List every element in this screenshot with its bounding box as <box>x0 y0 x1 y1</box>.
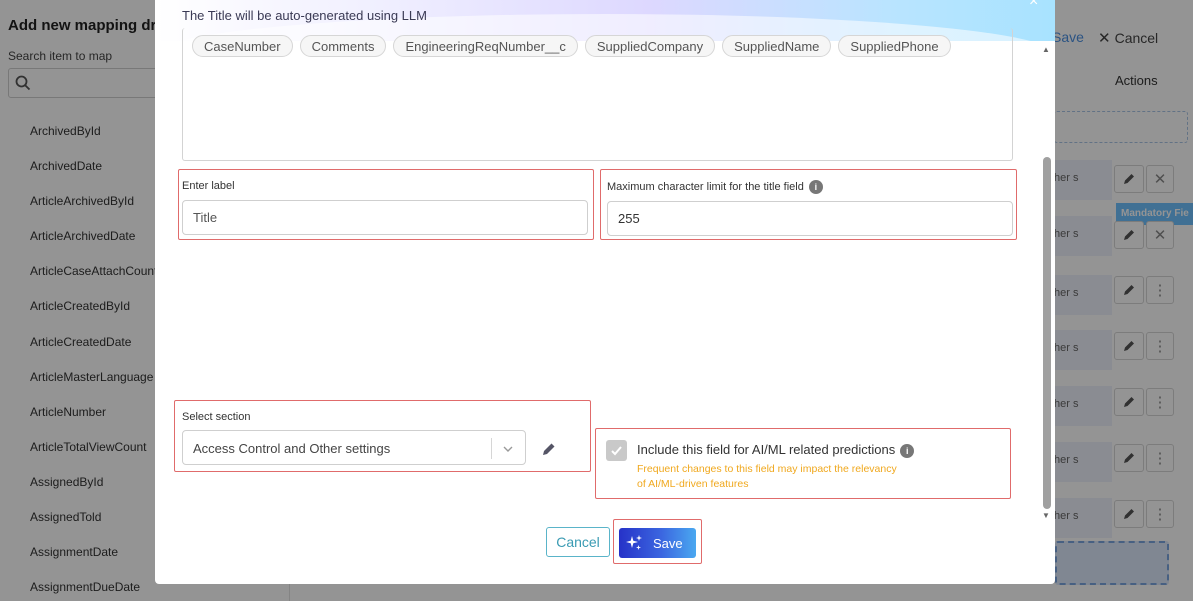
save-button-label: Save <box>653 535 683 551</box>
field-tag[interactable]: SuppliedPhone <box>838 35 951 57</box>
section-select-value: Access Control and Other settings <box>193 441 391 456</box>
field-tag[interactable]: Comments <box>299 35 387 57</box>
char-limit-label-text: Maximum character limit for the title fi… <box>607 180 804 193</box>
label-field-label: Enter label <box>182 180 235 192</box>
ai-ml-checkbox-label: Include this field for AI/ML related pre… <box>637 442 915 458</box>
banner-text: The Title will be auto-generated using L… <box>182 8 427 23</box>
cancel-button[interactable]: Cancel <box>546 527 610 557</box>
field-config-modal: The Title will be auto-generated using L… <box>155 0 1055 584</box>
char-limit-input[interactable]: 255 <box>607 201 1013 236</box>
ai-ml-warning: Frequent changes to this field may impac… <box>637 462 897 492</box>
checkmark-icon <box>611 446 622 456</box>
warning-line-1: Frequent changes to this field may impac… <box>637 463 897 475</box>
scroll-thumb[interactable] <box>1043 157 1051 509</box>
close-icon[interactable]: × <box>1029 0 1038 11</box>
field-tag[interactable]: SuppliedCompany <box>584 35 716 57</box>
sparkle-icon <box>626 535 642 550</box>
section-select[interactable]: Access Control and Other settings <box>182 430 526 465</box>
info-icon[interactable]: i <box>900 443 915 458</box>
field-tags: CaseNumber Comments EngineeringReqNumber__… <box>192 35 951 57</box>
info-icon[interactable]: i <box>808 180 823 194</box>
chevron-down-icon <box>503 446 513 452</box>
field-tag[interactable]: EngineeringReqNumber__c <box>393 35 578 57</box>
char-limit-label: Maximum character limit for the title fi… <box>607 180 823 194</box>
modal-scrollbar[interactable]: ▲ ▼ <box>1039 45 1053 523</box>
scroll-up-arrow-icon[interactable]: ▲ <box>1042 45 1050 54</box>
select-divider <box>491 438 492 459</box>
field-tag[interactable]: CaseNumber <box>192 35 293 57</box>
ai-ml-checkbox[interactable] <box>606 440 627 461</box>
warning-line-2: of AI/ML-driven features <box>637 478 749 490</box>
save-button[interactable]: Save <box>619 528 696 558</box>
label-input[interactable]: Title <box>182 200 588 235</box>
ai-ml-label-text: Include this field for AI/ML related pre… <box>637 442 896 457</box>
scroll-down-arrow-icon[interactable]: ▼ <box>1042 511 1050 520</box>
section-label: Select section <box>182 411 251 423</box>
pencil-icon[interactable] <box>541 441 557 457</box>
field-tag[interactable]: SuppliedName <box>722 35 832 57</box>
